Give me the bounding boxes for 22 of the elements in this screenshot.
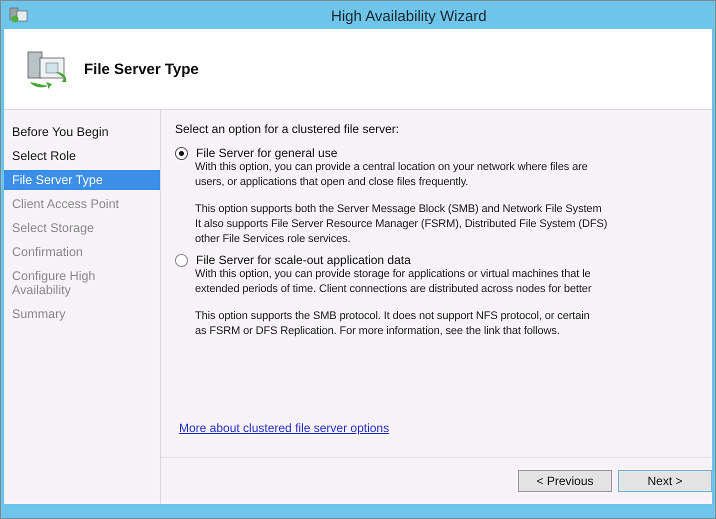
nav-item[interactable]: Before You Begin <box>4 122 160 142</box>
description-text: as FSRM or DFS Replication. For more information, see the link that follows. <box>195 324 561 339</box>
radio-button[interactable] <box>175 146 188 160</box>
description-text: extended periods of time. Client connections are distributed across nodes for better <box>195 282 592 297</box>
option-label[interactable]: File Server for scale-out application data <box>196 253 411 267</box>
app-icon <box>9 6 29 24</box>
prompt-text: Select an option for a clustered file server: <box>175 122 400 136</box>
description-text: It also supports File Server Resource Manager (FSRM), Distributed File System (DFS) <box>195 217 608 232</box>
wizard-button[interactable]: < Previous <box>518 470 612 492</box>
page-title: File Server Type <box>84 60 199 78</box>
description-text: other File Services role services. <box>195 232 352 247</box>
window-title: High Availability Wizard <box>331 8 487 25</box>
description-text: With this option, you can provide storage for applications or virtual machines that le <box>195 267 592 282</box>
nav-item[interactable]: Select Role <box>4 146 160 166</box>
description-text: users, or applications that open and close files frequently. <box>195 175 470 190</box>
description-text: This option supports the SMB protocol. It does not support NFS protocol, or certain <box>195 309 591 324</box>
option-label[interactable]: File Server for general use <box>196 146 338 160</box>
radio-button[interactable] <box>175 254 188 266</box>
description-text: This option supports both the Server Message Block (SMB) and Network File System <box>195 202 603 217</box>
help-link[interactable]: More about clustered file server options <box>179 421 390 435</box>
description-text: With this option, you can provide a central location on your network where files are <box>195 160 589 175</box>
wizard-button[interactable]: Next > <box>618 470 712 492</box>
